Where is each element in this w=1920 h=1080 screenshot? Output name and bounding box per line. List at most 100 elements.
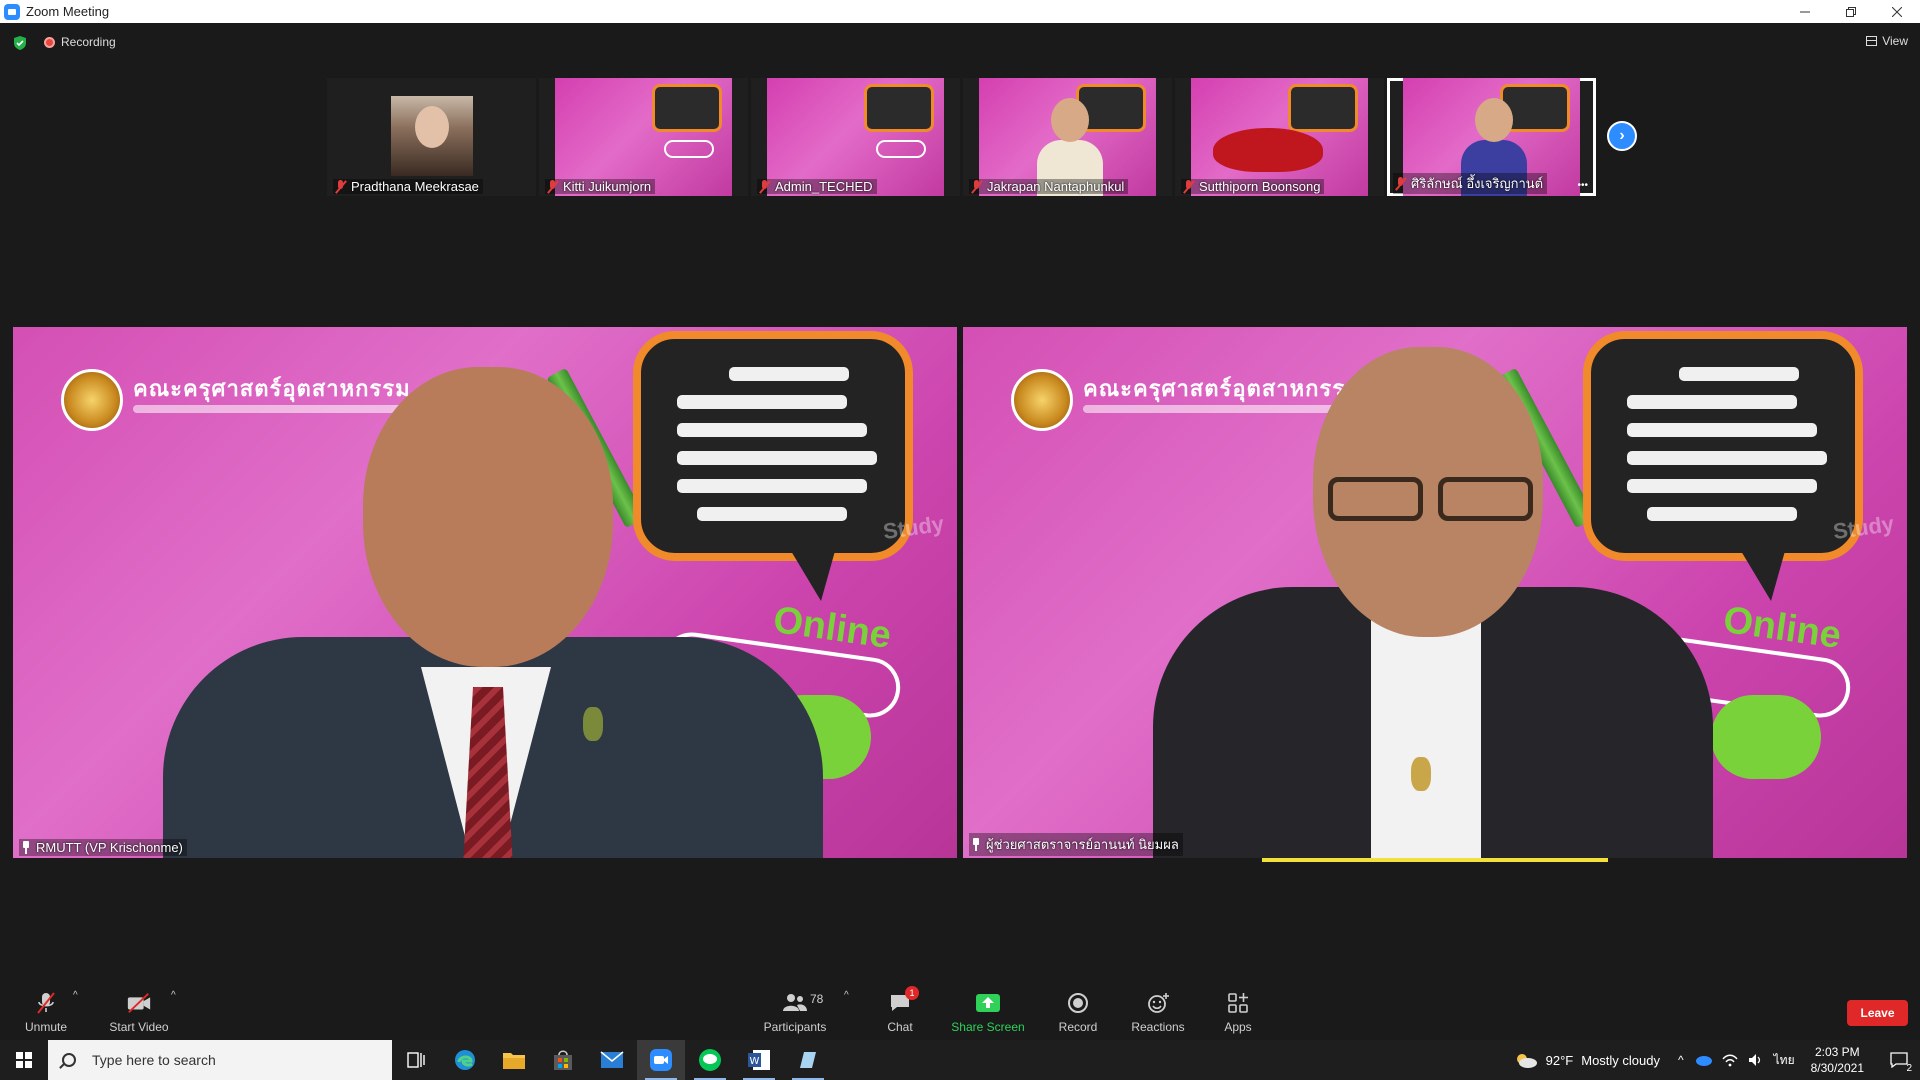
show-hidden-icons-chevron-icon[interactable]: ^: [1678, 1053, 1684, 1067]
more-options-icon[interactable]: •••: [1577, 180, 1588, 191]
weather-text[interactable]: Mostly cloudy: [1581, 1053, 1660, 1068]
start-video-label: Start Video: [109, 1020, 169, 1034]
participant-name-label: Pradthana Meekrasae: [333, 179, 483, 194]
participant-name: Jakrapan Nantaphunkul: [987, 179, 1125, 194]
slide-date-tag: [876, 140, 926, 158]
participant-thumbnail[interactable]: ศิริลักษณ์ อึ้งเจริญกานต์ •••: [1387, 78, 1596, 196]
system-tray: 92°F Mostly cloudy ^ ไทย 2:03 PM 8/30/20…: [1514, 1040, 1920, 1080]
participant-thumbnail[interactable]: Jakrapan Nantaphunkul: [963, 78, 1172, 196]
edge-icon: [455, 1050, 475, 1070]
search-icon: [62, 1053, 76, 1067]
participant-name: Pradthana Meekrasae: [351, 179, 479, 194]
main-video-tile-right[interactable]: คณะครุศาสตร์อุตสาหกรรม Study Online ผู้ช…: [963, 327, 1907, 858]
taskbar-edge-app[interactable]: [441, 1040, 489, 1080]
close-icon: [1892, 6, 1902, 17]
wifi-icon[interactable]: [1722, 1053, 1738, 1067]
participant-thumbnail[interactable]: Pradthana Meekrasae: [327, 78, 536, 196]
record-icon: [1065, 990, 1091, 1016]
reactions-smiley-icon: [1145, 990, 1171, 1016]
windows-taskbar: Type here to search W 92°F Mostly cloudy…: [0, 1040, 1920, 1080]
person-head: [1475, 98, 1513, 142]
chat-icon: 1: [887, 986, 919, 1016]
taskbar-clock[interactable]: 2:03 PM 8/30/2021: [1811, 1044, 1864, 1076]
participant-name: Sutthiporn Boonsong: [1199, 179, 1321, 194]
mail-icon: [600, 1051, 624, 1068]
taskbar-file-explorer-app[interactable]: [490, 1040, 538, 1080]
speaker-head: [363, 367, 613, 667]
unmute-button[interactable]: Unmute: [16, 982, 76, 1040]
speaker-glasses-right: [1438, 477, 1533, 521]
university-logo: [1011, 369, 1073, 431]
video-red-object: [1213, 128, 1323, 172]
mic-muted-icon: [971, 179, 983, 194]
view-button[interactable]: View: [1866, 34, 1908, 48]
record-label: Record: [1058, 1020, 1098, 1034]
mic-muted-icon: [33, 990, 59, 1016]
start-video-button[interactable]: Start Video: [104, 982, 174, 1040]
unmute-label: Unmute: [24, 1020, 68, 1034]
speaker-lapel-pin: [1411, 757, 1431, 791]
input-language[interactable]: ไทย: [1774, 1051, 1795, 1070]
restore-button[interactable]: [1828, 0, 1874, 23]
taskbar-store-app[interactable]: [539, 1040, 587, 1080]
taskbar-mail-app[interactable]: [588, 1040, 636, 1080]
speaker-left-video: [163, 367, 823, 858]
apps-label: Apps: [1224, 1020, 1252, 1034]
mic-muted-icon: [1183, 179, 1195, 194]
taskbar-search-box[interactable]: Type here to search: [48, 1040, 392, 1080]
apps-icon: [1225, 990, 1251, 1016]
windows-logo-icon: [16, 1052, 32, 1068]
speaker-right-video: [1153, 347, 1713, 858]
recording-indicator[interactable]: Recording: [44, 35, 116, 49]
pen-notes-icon: [800, 1052, 816, 1068]
weather-cloudy-icon[interactable]: [1514, 1051, 1538, 1069]
record-button[interactable]: Record: [1056, 982, 1100, 1040]
slide-speech-bubble: [652, 84, 722, 132]
clock-time: 2:03 PM: [1814, 1045, 1860, 1059]
participants-button[interactable]: 78 Participants: [758, 982, 832, 1040]
main-video-tile-left[interactable]: คณะครุศาสตร์อุตสาหกรรม Study Online RMUT…: [13, 327, 957, 858]
onedrive-icon[interactable]: [1694, 1054, 1712, 1066]
notification-center-button[interactable]: 2: [1882, 1040, 1916, 1080]
start-button[interactable]: [0, 1040, 48, 1080]
leave-button[interactable]: Leave: [1847, 1000, 1908, 1026]
participant-thumbnail[interactable]: Admin_TECHED: [751, 78, 960, 196]
weather-temp[interactable]: 92°F: [1546, 1053, 1574, 1068]
pin-icon: [971, 838, 981, 851]
close-button[interactable]: [1874, 0, 1920, 23]
slide-speech-bubble: [864, 84, 934, 132]
participant-thumbnail[interactable]: Sutthiporn Boonsong: [1175, 78, 1384, 196]
taskbar-word-app[interactable]: W: [735, 1040, 783, 1080]
taskbar-pen-app[interactable]: [784, 1040, 832, 1080]
minimize-button[interactable]: [1782, 0, 1828, 23]
view-label: View: [1882, 34, 1908, 48]
security-shield-icon[interactable]: [12, 35, 28, 51]
taskbar-zoom-app[interactable]: [637, 1040, 685, 1080]
audio-options-caret[interactable]: ^: [73, 990, 78, 1001]
taskbar-line-app[interactable]: [686, 1040, 734, 1080]
recording-dot-icon: [44, 36, 55, 48]
participant-name-label: ศิริลักษณ์ อึ้งเจริญกานต์: [1393, 173, 1548, 194]
view-grid-icon: [1866, 36, 1878, 46]
speaker-name: RMUTT (VP Krischonme): [36, 840, 183, 855]
share-screen-button[interactable]: Share Screen: [950, 982, 1026, 1040]
store-bag-icon: [554, 1050, 572, 1070]
participant-thumbnail[interactable]: Kitti Juikumjorn: [539, 78, 748, 196]
participants-options-caret[interactable]: ^: [844, 990, 849, 1001]
task-view-button[interactable]: [392, 1040, 440, 1080]
recording-label: Recording: [61, 35, 116, 49]
title-bar: Zoom Meeting: [0, 0, 1920, 23]
participants-label: Participants: [763, 1020, 827, 1034]
window-title: Zoom Meeting: [26, 4, 110, 19]
reactions-button[interactable]: Reactions: [1130, 982, 1186, 1040]
notification-count: 2: [1906, 1063, 1912, 1074]
speaker-lapel-pin: [583, 707, 603, 741]
notification-icon: [1890, 1052, 1908, 1068]
video-options-caret[interactable]: ^: [171, 990, 176, 1001]
profile-photo: [391, 96, 473, 176]
next-page-button[interactable]: ›: [1607, 121, 1637, 151]
participant-name-label: Admin_TECHED: [757, 179, 877, 194]
apps-button[interactable]: Apps: [1218, 982, 1258, 1040]
speaker-volume-icon[interactable]: [1748, 1053, 1764, 1067]
chat-button[interactable]: 1 Chat: [880, 982, 920, 1040]
